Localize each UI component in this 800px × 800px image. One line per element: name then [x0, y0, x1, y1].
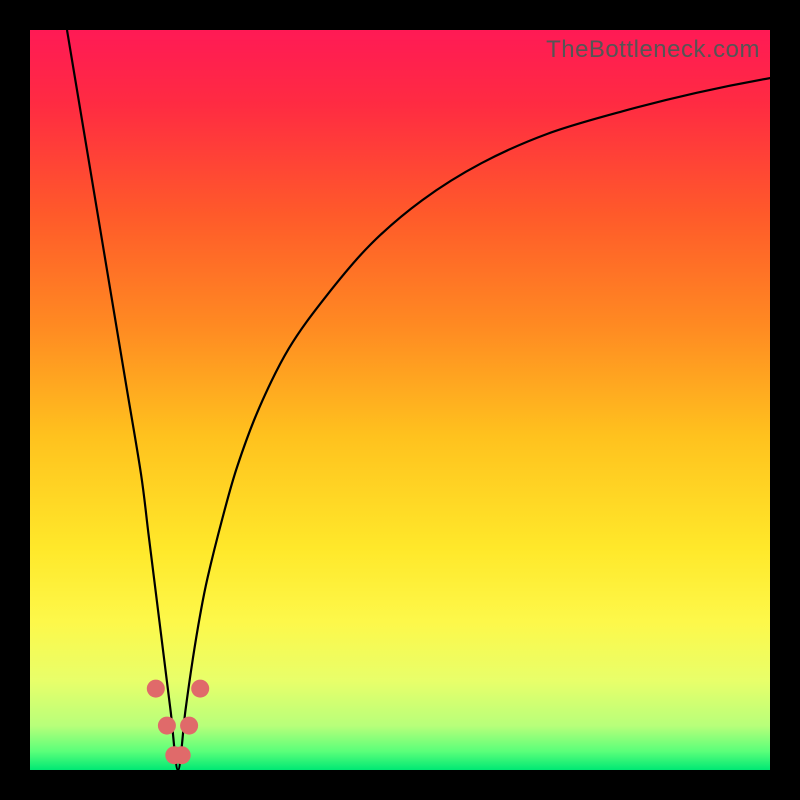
curve-marker [191, 680, 209, 698]
curve-marker [180, 717, 198, 735]
curve-markers [147, 680, 209, 765]
curve-marker [173, 746, 191, 764]
curve-marker [158, 717, 176, 735]
watermark-text: TheBottleneck.com [546, 36, 760, 64]
chart-frame: TheBottleneck.com [0, 0, 800, 800]
curve-marker [147, 680, 165, 698]
plot-area: TheBottleneck.com [30, 30, 770, 770]
bottleneck-curve [30, 30, 770, 770]
curve-line [67, 30, 770, 770]
